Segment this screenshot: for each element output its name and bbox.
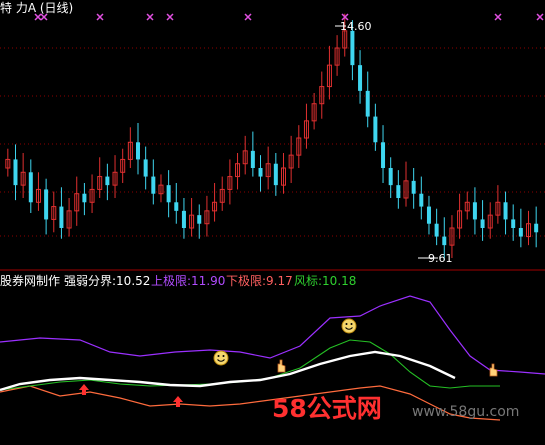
candle-body-down — [350, 30, 355, 66]
candle-body-down — [411, 180, 416, 194]
candle-body-down — [472, 202, 477, 220]
candle-body-down — [442, 236, 447, 246]
hand-pointer-icon — [277, 359, 286, 373]
smiley-eye — [222, 355, 225, 357]
candle-body-down — [388, 168, 393, 186]
signal-x-marker — [166, 13, 174, 21]
smiley-eye — [345, 323, 348, 325]
candle-body-down — [518, 228, 523, 237]
candle-body-down — [426, 206, 431, 224]
smiley-icon — [341, 318, 357, 334]
hand-pointer-icon — [489, 363, 498, 377]
candle-body-down — [166, 185, 171, 203]
candle-body-down — [503, 202, 508, 220]
candle-body-down — [365, 90, 370, 117]
indicator-name: 股券网制作 — [0, 274, 61, 288]
candle-body-down — [59, 206, 64, 228]
watermark-url: www.58gu.com — [412, 404, 520, 420]
candle-body-down — [105, 176, 110, 186]
candle-body-down — [44, 189, 49, 220]
candle-body-down — [534, 223, 539, 233]
buy-arrow-icon — [173, 396, 183, 407]
candle-body-down — [136, 142, 140, 160]
indicator-upper-limit: 上极限:11.90 — [151, 274, 226, 288]
indicator-lower-limit: 下极限:9.17 — [226, 274, 293, 288]
candle-body-down — [143, 159, 148, 177]
signal-x-marker — [146, 13, 154, 21]
candle-body-down — [181, 210, 186, 228]
high-price-label: 14.60 — [340, 20, 372, 33]
candle-body-down — [434, 223, 439, 237]
indicator-wind-vane: 风标:10.18 — [294, 274, 357, 288]
candle-body-down — [258, 168, 263, 177]
low-price-label: 9.61 — [428, 252, 453, 265]
indicator-strong-weak: 强弱分界:10.52 — [64, 274, 151, 288]
stock-chart-window: 特 力A (日线) 14.60 9.61 股券网制作 强弱分界:10.52 上极… — [0, 0, 545, 445]
signal-x-marker — [536, 13, 544, 21]
smiley-eye — [350, 323, 353, 325]
candle-body-down — [373, 116, 378, 143]
smiley-icon — [213, 350, 229, 366]
chart-canvas[interactable] — [0, 0, 545, 445]
watermark-logo-text: 58公式网 — [272, 394, 382, 423]
candle-body-down — [273, 163, 278, 186]
candle-body-down — [396, 185, 401, 198]
upper-limit-line — [0, 295, 545, 375]
candle-body-down — [82, 193, 87, 203]
signal-x-marker — [96, 13, 104, 21]
candle-body-down — [250, 150, 255, 168]
candle-body-down — [197, 215, 202, 224]
smiley-eye — [217, 355, 220, 357]
candle-body-down — [381, 142, 386, 168]
candle-body-down — [13, 159, 18, 186]
candle-body-down — [480, 219, 485, 228]
signal-x-marker — [244, 13, 252, 21]
candle-body-down — [151, 176, 156, 194]
candle-body-down — [358, 65, 363, 91]
candle-body-down — [511, 219, 516, 228]
signal-x-marker — [494, 13, 502, 21]
candle-body-down — [174, 202, 179, 211]
candle-body-down — [28, 172, 33, 203]
chart-title: 特 力A (日线) — [0, 1, 74, 15]
candle-body-down — [419, 193, 424, 207]
